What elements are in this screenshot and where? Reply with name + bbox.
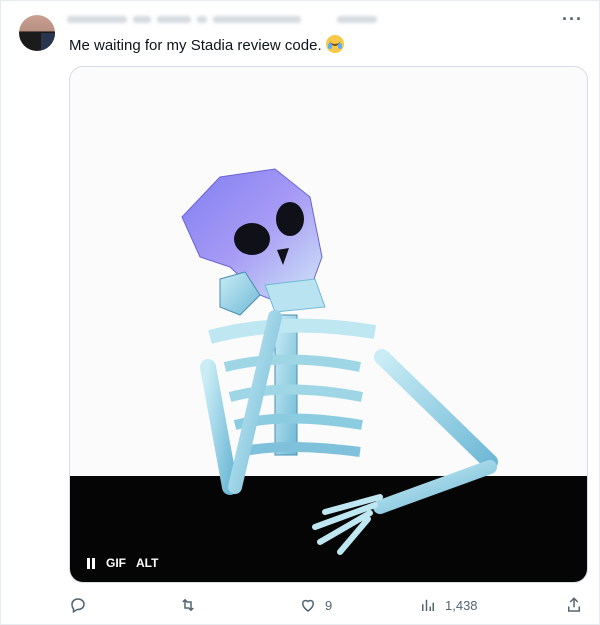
tweet-body: Me waiting for my Stadia review code. [69,37,322,54]
alt-button[interactable]: ALT [136,556,158,570]
avatar-detail [41,33,55,51]
tweet-actions: 9 1,438 [69,596,584,618]
avatar[interactable] [19,15,55,51]
views-icon [422,599,434,611]
views-count: 1,438 [445,597,478,613]
tweet-text: Me waiting for my Stadia review code. [69,35,344,56]
gif-label: GIF [106,556,126,570]
like-button[interactable]: 9 [299,596,332,614]
more-icon[interactable]: ··· [562,9,583,30]
share-button[interactable] [565,596,583,614]
gif-controls: GIF ALT [86,556,158,570]
retweet-icon [182,598,194,612]
reply-button[interactable] [69,596,87,614]
reply-icon [71,598,85,614]
like-count: 9 [325,597,333,613]
tweet-card: ··· Me waiting for my Stadia review code… [0,0,600,625]
joy-tears-emoji [325,35,344,53]
heart-icon [301,599,315,612]
skeleton-illustration [181,168,498,555]
retweet-button[interactable] [179,596,197,614]
pause-icon[interactable] [86,557,96,569]
blurred-author-header [67,12,377,26]
share-icon [568,597,580,612]
gif-media[interactable]: GIF ALT [69,66,588,583]
views-button[interactable]: 1,438 [419,596,478,614]
